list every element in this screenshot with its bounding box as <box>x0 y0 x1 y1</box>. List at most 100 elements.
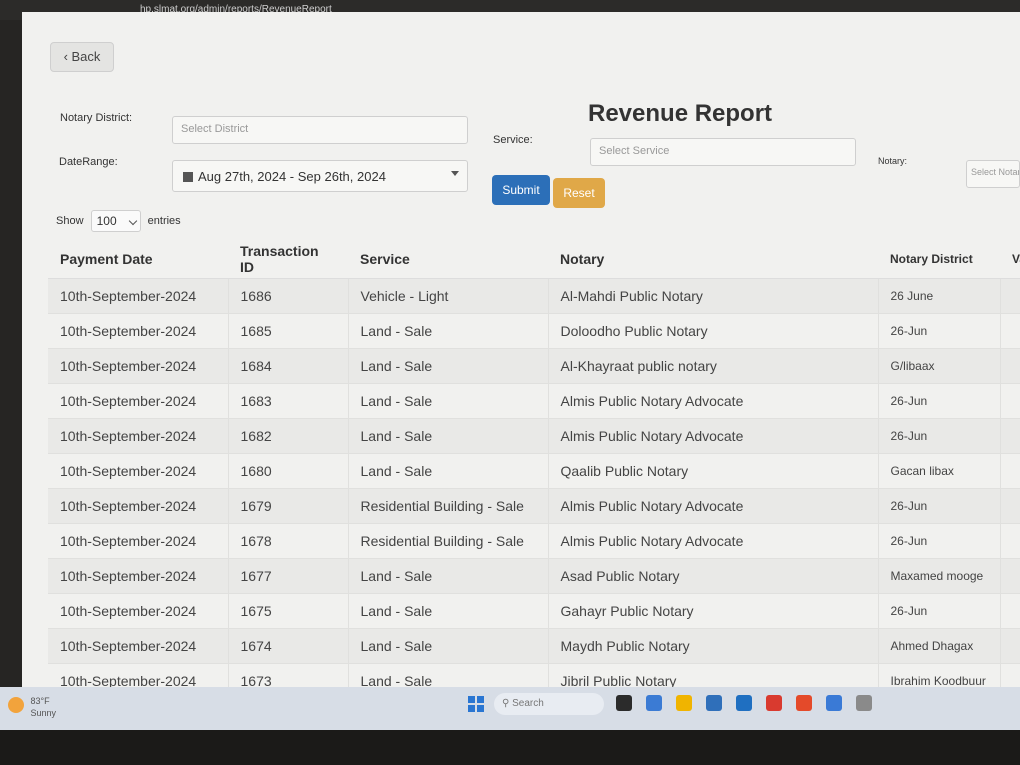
page-title: Revenue Report <box>588 100 773 127</box>
table-row[interactable]: 10th-September-2024 1685 Land - Sale Dolood… <box>48 313 1020 349</box>
notary-district-cell: 26-Jun <box>878 313 1001 349</box>
payment-date-cell: 10th-September-2024 <box>48 558 229 594</box>
notary-district-cell: 26-Jun <box>878 488 1001 524</box>
value-cell <box>1000 558 1020 594</box>
notary-district-cell: 26-Jun <box>878 523 1001 559</box>
value-cell <box>1000 278 1020 314</box>
reset-button[interactable]: Reset <box>553 178 605 208</box>
table-row[interactable]: 10th-September-2024 1678 Residential Build… <box>48 523 1020 559</box>
outlook-icon[interactable] <box>766 695 782 711</box>
daterange-value: Aug 27th, 2024 - Sep 26th, 2024 <box>198 169 386 184</box>
value-cell <box>1000 488 1020 524</box>
payment-date-cell: 10th-September-2024 <box>48 663 229 687</box>
payment-date-cell: 10th-September-2024 <box>48 418 229 454</box>
transaction-id-cell: 1678 <box>228 523 349 559</box>
transaction-id-cell: 1675 <box>228 593 349 629</box>
notary-district-select[interactable]: Select District <box>172 116 468 144</box>
transaction-id-cell: 1683 <box>228 383 349 419</box>
value-cell <box>1000 628 1020 664</box>
table-row[interactable]: 10th-September-2024 1679 Residential Build… <box>48 488 1020 524</box>
table-row[interactable]: 10th-September-2024 1684 Land - Sale Al-Kha… <box>48 348 1020 384</box>
file-explorer-icon[interactable] <box>646 695 662 711</box>
caret-down-icon <box>451 171 459 176</box>
payment-date-cell: 10th-September-2024 <box>48 628 229 664</box>
notary-cell: Maydh Public Notary <box>548 628 879 664</box>
notary-cell: Al-Khayraat public notary <box>548 348 879 384</box>
notary-cell: Almis Public Notary Advocate <box>548 418 879 454</box>
weather-widget[interactable]: 83°F Sunny <box>8 695 56 719</box>
entries-value: 100 <box>96 214 117 228</box>
revenue-report-page: ‹ Back Revenue Report Notary District: S… <box>22 12 1020 687</box>
back-button[interactable]: ‹ Back <box>50 42 114 72</box>
transaction-id-cell: 1674 <box>228 628 349 664</box>
submit-button[interactable]: Submit <box>492 175 550 205</box>
table-row[interactable]: 10th-September-2024 1673 Land - Sale Jibril… <box>48 663 1020 687</box>
transaction-id-cell: 1677 <box>228 558 349 594</box>
entries-select[interactable]: 100 <box>90 210 141 232</box>
daterange-label: DateRange: <box>59 156 118 168</box>
notary-district-cell: 26 June <box>878 278 1001 314</box>
transaction-id-cell: 1680 <box>228 453 349 489</box>
payment-date-cell: 10th-September-2024 <box>48 523 229 559</box>
table-row[interactable]: 10th-September-2024 1675 Land - Sale Gahayr… <box>48 593 1020 629</box>
app-blue-icon[interactable] <box>856 695 872 711</box>
transaction-id-cell: 1686 <box>228 278 349 314</box>
taskbar-search[interactable]: ⚲ Search <box>494 693 604 715</box>
table-body: 10th-September-2024 1686 Vehicle - Light Al… <box>48 278 1020 687</box>
show-label: Show <box>56 214 84 227</box>
weather-desc: Sunny <box>30 708 57 718</box>
service-cell: Land - Sale <box>348 628 549 664</box>
notary-district-cell: G/libaax <box>878 348 1001 384</box>
notary-label: Notary: <box>878 156 908 166</box>
column-header-notary-district[interactable]: Notary District <box>878 240 1000 279</box>
sun-icon <box>8 697 24 714</box>
column-header-payment-date[interactable]: Payment Date <box>48 240 228 279</box>
store-icon[interactable] <box>736 695 752 711</box>
notary-select[interactable]: Select Notar <box>966 160 1020 188</box>
payment-date-cell: 10th-September-2024 <box>48 313 229 349</box>
table-row[interactable]: 10th-September-2024 1682 Land - Sale Almis … <box>48 418 1020 454</box>
payment-date-cell: 10th-September-2024 <box>48 453 229 489</box>
app-red-icon[interactable] <box>796 695 812 711</box>
bird-app-icon[interactable] <box>616 695 632 711</box>
folder-icon[interactable] <box>706 695 722 711</box>
edge-browser-icon[interactable] <box>676 695 692 711</box>
notary-district-cell: 26-Jun <box>878 383 1001 419</box>
column-header-value[interactable]: Va <box>1000 240 1020 279</box>
notary-cell: Jibril Public Notary <box>548 663 879 687</box>
column-header-notary[interactable]: Notary <box>548 240 878 279</box>
search-icon: ⚲ <box>502 698 513 709</box>
entries-length-control: Show 100 entries <box>56 210 181 232</box>
notary-district-cell: Ahmed Dhagax <box>878 628 1001 664</box>
service-cell: Land - Sale <box>348 313 549 349</box>
service-select[interactable]: Select Service <box>590 138 856 166</box>
taskbar-search-placeholder: Search <box>512 698 544 709</box>
column-header-transaction-id[interactable]: Transaction ID <box>228 240 348 279</box>
daterange-picker[interactable]: Aug 27th, 2024 - Sep 26th, 2024 <box>172 160 468 192</box>
table-row[interactable]: 10th-September-2024 1683 Land - Sale Almis … <box>48 383 1020 419</box>
notary-cell: Almis Public Notary Advocate <box>548 383 879 419</box>
table-row[interactable]: 10th-September-2024 1677 Land - Sale Asad P… <box>48 558 1020 594</box>
column-header-service[interactable]: Service <box>348 240 548 279</box>
notary-cell: Qaalib Public Notary <box>548 453 879 489</box>
service-cell: Residential Building - Sale <box>348 523 549 559</box>
chrome-icon[interactable] <box>826 695 842 711</box>
notary-district-cell: Maxamed mooge <box>878 558 1001 594</box>
service-cell: Land - Sale <box>348 348 549 384</box>
table-row[interactable]: 10th-September-2024 1686 Vehicle - Light Al… <box>48 278 1020 314</box>
chevron-left-icon: ‹ <box>63 49 72 64</box>
table-row[interactable]: 10th-September-2024 1680 Land - Sale Qaalib… <box>48 453 1020 489</box>
windows-taskbar: 83°F Sunny ⚲ Search <box>0 687 1020 730</box>
value-cell <box>1000 383 1020 419</box>
payment-date-cell: 10th-September-2024 <box>48 593 229 629</box>
transaction-id-cell: 1685 <box>228 313 349 349</box>
windows-start-icon[interactable] <box>468 696 484 712</box>
service-cell: Land - Sale <box>348 663 549 687</box>
service-label: Service: <box>493 134 533 146</box>
entries-label: entries <box>147 214 181 227</box>
calendar-icon <box>183 172 193 182</box>
value-cell <box>1000 593 1020 629</box>
payment-date-cell: 10th-September-2024 <box>48 488 229 524</box>
notary-cell: Almis Public Notary Advocate <box>548 523 879 559</box>
table-row[interactable]: 10th-September-2024 1674 Land - Sale Maydh … <box>48 628 1020 664</box>
